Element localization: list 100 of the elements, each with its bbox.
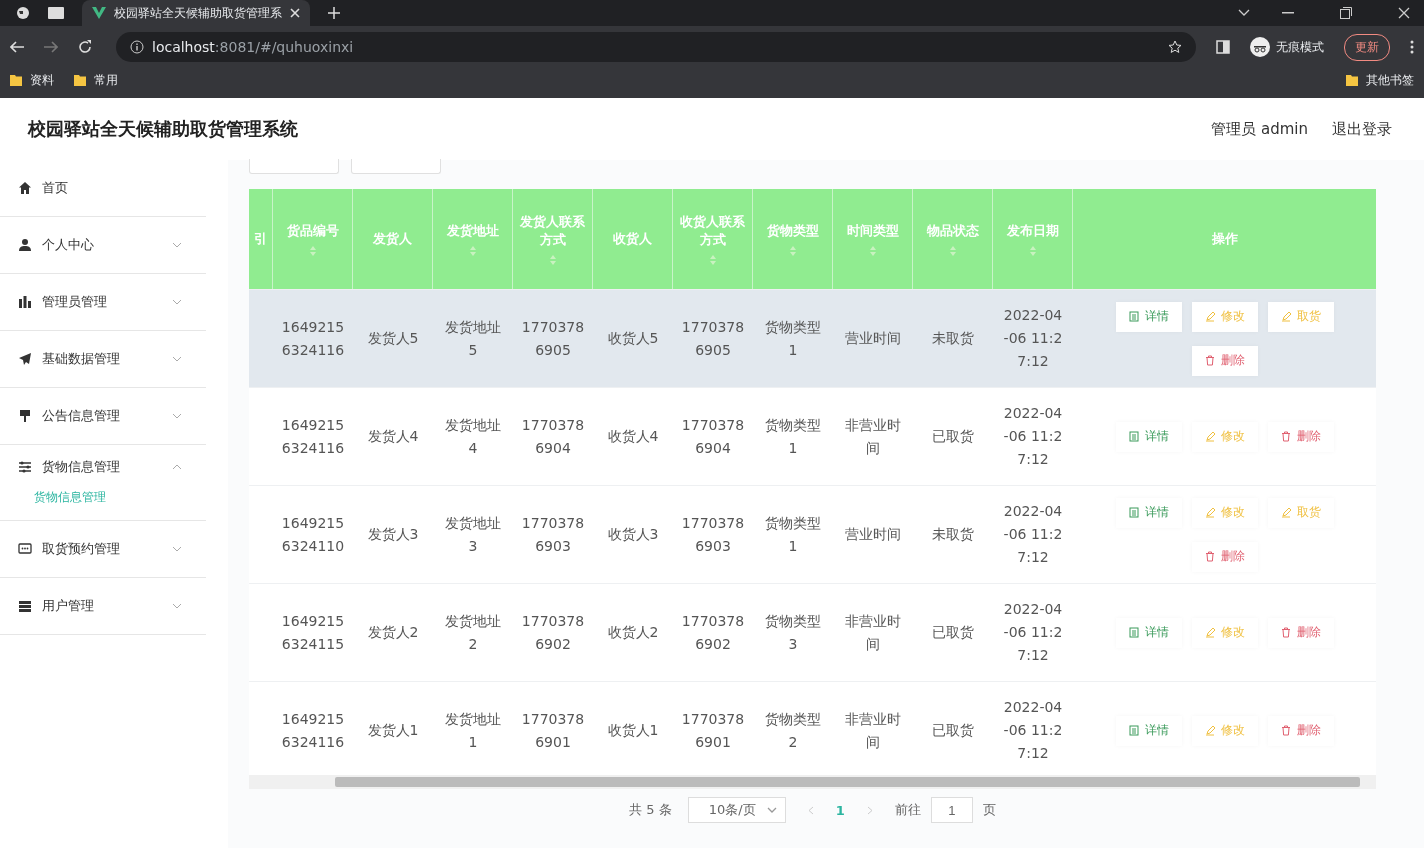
- document-icon: [1128, 627, 1139, 638]
- close-icon[interactable]: [1398, 7, 1410, 19]
- table-cell-text: 已取货: [931, 721, 975, 740]
- bar-chart-icon: [18, 295, 32, 309]
- url-text: localhost:8081/#/quhuoxinxi: [152, 39, 354, 55]
- pencil-icon: [1204, 725, 1215, 736]
- browser-tab[interactable]: 校园驿站全天候辅助取货管理系: [82, 0, 310, 26]
- trash-icon: [1280, 725, 1291, 736]
- action-button[interactable]: 详情: [1115, 301, 1182, 332]
- minimize-icon[interactable]: [1282, 12, 1294, 14]
- table-cell-text: 17703786903: [521, 513, 585, 556]
- document-icon: [1128, 507, 1139, 518]
- table-cell-text: 17703786903: [681, 513, 745, 556]
- v-logo-icon: [92, 7, 106, 19]
- star-icon[interactable]: [1168, 40, 1182, 54]
- trash-icon: [1204, 355, 1215, 366]
- horizontal-scrollbar[interactable]: [249, 775, 1376, 789]
- bookmark[interactable]: 资料: [10, 71, 54, 89]
- action-button[interactable]: 详情: [1115, 715, 1182, 746]
- table-cell-text: 2022-04-06 11:27:12: [1002, 306, 1064, 371]
- table-cell-text: 17703786901: [681, 709, 745, 752]
- address-field[interactable]: localhost:8081/#/quhuoxinxi: [116, 32, 1196, 62]
- page-number[interactable]: 1: [835, 802, 845, 818]
- bookmark[interactable]: 其他书签: [1346, 71, 1414, 89]
- pencil-icon: [1204, 311, 1215, 322]
- table-cell-text: 货物类型2: [764, 709, 822, 752]
- table-cell-text: 发货人3: [366, 525, 420, 544]
- tab-title: 校园驿站全天候辅助取货管理系: [114, 4, 282, 22]
- table-cell-text: 17703786902: [521, 611, 585, 654]
- action-button[interactable]: 删除: [1267, 715, 1334, 746]
- sidepanel-icon[interactable]: [1216, 40, 1230, 54]
- table-cell-text: 2022-04-06 11:27:12: [1002, 600, 1064, 665]
- reload-icon[interactable]: [78, 40, 92, 54]
- menu-item[interactable]: 个人中心: [0, 217, 206, 274]
- chat-icon: [18, 542, 32, 556]
- update-button[interactable]: 更新: [1344, 33, 1390, 61]
- table-cell-text: 货物类型1: [764, 317, 822, 360]
- total-count: 共 5 条: [629, 801, 672, 819]
- back-icon[interactable]: [10, 41, 24, 53]
- bookmark[interactable]: 常用: [74, 71, 118, 89]
- table-cell-text: 17703786905: [681, 317, 745, 360]
- trash-icon: [1204, 551, 1215, 562]
- document-icon: [1128, 431, 1139, 442]
- menu-item[interactable]: 用户管理: [0, 578, 206, 635]
- stack-icon: [18, 599, 32, 613]
- action-button[interactable]: 删除: [1267, 617, 1334, 648]
- forward-icon[interactable]: [44, 41, 58, 53]
- table-cell-text: 发货地址1: [444, 709, 502, 752]
- chevron-down-icon[interactable]: [1238, 9, 1250, 17]
- folder-icon: [74, 74, 86, 86]
- menu-item[interactable]: 货物信息管理: [0, 445, 206, 489]
- table-cell-text: 发货地址4: [444, 415, 502, 458]
- goto-label: 前往: [894, 801, 921, 819]
- menu-item[interactable]: 首页: [0, 160, 206, 217]
- table-cell-text: 发货人2: [366, 623, 420, 642]
- plus-icon[interactable]: [328, 7, 340, 19]
- profile-label: 无痕模式: [1276, 38, 1324, 56]
- page-unit-label: 页: [982, 801, 996, 819]
- pushpin-icon: [18, 409, 32, 423]
- table-cell-text: 货物类型1: [764, 513, 822, 556]
- paper-plane-icon: [18, 352, 32, 366]
- table-cell-text: 营业时间: [844, 525, 902, 544]
- document-icon: [1128, 725, 1139, 736]
- action-button[interactable]: 删除: [1267, 421, 1334, 452]
- close-icon[interactable]: [290, 8, 300, 18]
- action-button[interactable]: 删除: [1191, 541, 1258, 572]
- submenu-item[interactable]: 货物信息管理: [0, 489, 206, 521]
- info-icon: [130, 40, 144, 54]
- table-cell-text: 16492156324116: [281, 415, 345, 458]
- table-cell-text: 非营业时间: [844, 611, 902, 654]
- pencil-icon: [1204, 431, 1215, 442]
- table-cell-text: 发货地址3: [444, 513, 502, 556]
- page-size-select[interactable]: 10条/页: [687, 797, 786, 823]
- action-button[interactable]: 删除: [1191, 345, 1258, 376]
- action-button[interactable]: 详情: [1115, 421, 1182, 452]
- table-cell-text: 货物类型1: [764, 415, 822, 458]
- action-button[interactable]: 详情: [1115, 497, 1182, 528]
- menu-item[interactable]: 基础数据管理: [0, 331, 206, 388]
- more-icon[interactable]: [1410, 40, 1414, 54]
- table-cell-text: 17703786904: [681, 415, 745, 458]
- home-icon: [18, 181, 32, 195]
- document-icon: [1128, 311, 1139, 322]
- table-cell-text: 营业时间: [844, 329, 902, 348]
- menu-item[interactable]: 管理员管理: [0, 274, 206, 331]
- table-cell-text: 货物类型3: [764, 611, 822, 654]
- action-button[interactable]: 详情: [1115, 617, 1182, 648]
- page-input[interactable]: 1: [930, 797, 973, 823]
- person-icon: [18, 238, 32, 252]
- table-cell-text: 发货人4: [366, 427, 420, 446]
- pencil-icon: [1204, 507, 1215, 518]
- menu-item[interactable]: 取货预约管理: [0, 521, 206, 578]
- pencil-icon: [1204, 627, 1215, 638]
- restore-icon[interactable]: [1340, 7, 1352, 19]
- table-cell-text: 非营业时间: [844, 709, 902, 752]
- sliders-icon: [18, 460, 32, 474]
- menu-item[interactable]: 公告信息管理: [0, 388, 206, 445]
- incognito-icon[interactable]: [1250, 37, 1270, 57]
- folder-icon: [1346, 74, 1358, 86]
- table-cell-text: 已取货: [931, 623, 975, 642]
- logout-link[interactable]: 退出登录: [1332, 119, 1392, 139]
